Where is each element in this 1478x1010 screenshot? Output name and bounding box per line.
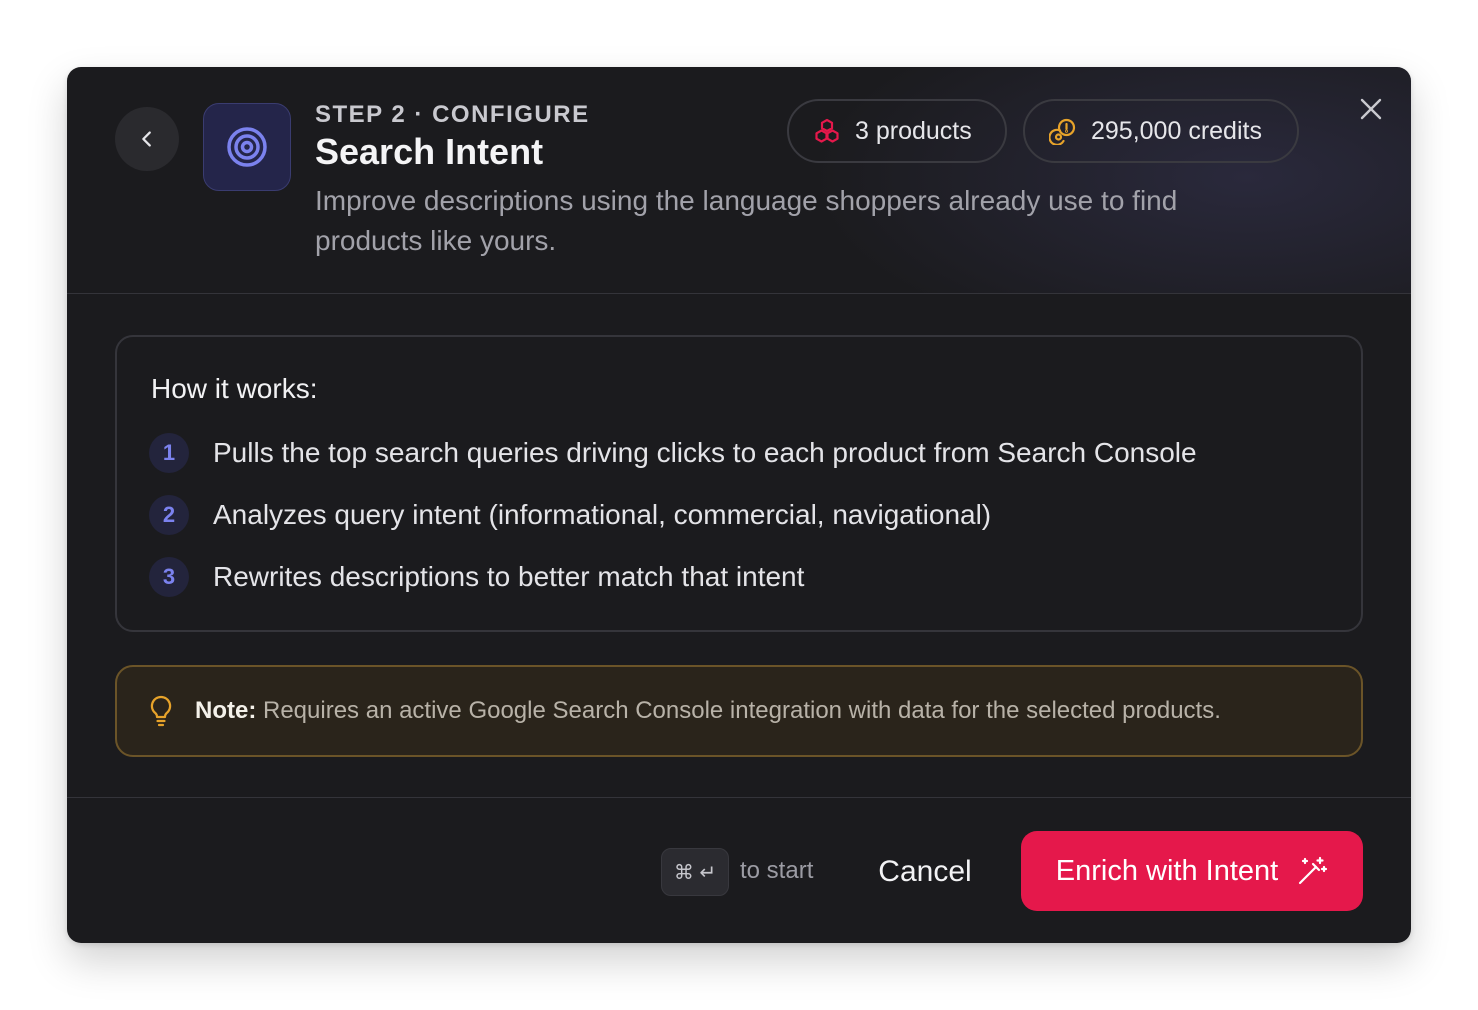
products-badge[interactable]: 3 products	[787, 99, 1007, 163]
note-callout: Note: Requires an active Google Search C…	[115, 665, 1363, 757]
modal-header: STEP 2 · CONFIGURE Search Intent Improve…	[67, 67, 1411, 294]
close-button[interactable]	[1353, 91, 1389, 127]
magic-wand-icon	[1299, 856, 1328, 885]
enrich-button[interactable]: Enrich with Intent	[1021, 831, 1363, 911]
step-text: Analyzes query intent (informational, co…	[213, 499, 992, 530]
list-item: 1 Pulls the top search queries driving c…	[149, 433, 1197, 473]
step-number: 2	[149, 495, 189, 535]
target-icon	[203, 103, 291, 191]
enrich-button-label: Enrich with Intent	[1055, 854, 1279, 887]
list-item: 2 Analyzes query intent (informational, …	[149, 495, 991, 535]
back-button[interactable]	[115, 107, 179, 171]
enrichment-modal: STEP 2 · CONFIGURE Search Intent Improve…	[67, 67, 1411, 943]
step-number: 3	[149, 557, 189, 597]
credits-count: 295,000 credits	[1091, 116, 1262, 145]
note-text-wrapper: Note: Requires an active Google Search C…	[195, 697, 1221, 725]
step-text: Pulls the top search queries driving cli…	[213, 437, 1197, 468]
how-it-works-title: How it works:	[151, 373, 318, 404]
note-label: Note:	[195, 697, 257, 724]
lightbulb-icon	[150, 695, 172, 727]
chevron-left-icon	[142, 131, 151, 147]
page-title: Search Intent	[315, 131, 544, 172]
step-text: Rewrites descriptions to better match th…	[213, 561, 805, 592]
close-icon	[1360, 98, 1382, 120]
cancel-button[interactable]: Cancel	[857, 839, 993, 905]
note-body: Requires an active Google Search Console…	[263, 697, 1221, 724]
page-description: Improve descriptions using the language …	[315, 185, 1178, 256]
coins-icon	[1049, 118, 1076, 145]
step-label: STEP 2 · CONFIGURE	[315, 101, 590, 128]
footer-divider	[67, 797, 1411, 798]
keyboard-shortcut: ⌘ ↵	[661, 848, 729, 896]
list-item: 3 Rewrites descriptions to better match …	[149, 557, 804, 597]
shortcut-hint: to start	[740, 857, 814, 884]
cubes-icon	[815, 118, 839, 143]
credits-badge[interactable]: 295,000 credits	[1023, 99, 1299, 163]
how-it-works-panel: How it works: 1 Pulls the top search que…	[115, 335, 1363, 632]
products-count: 3 products	[855, 116, 972, 145]
step-number: 1	[149, 433, 189, 473]
